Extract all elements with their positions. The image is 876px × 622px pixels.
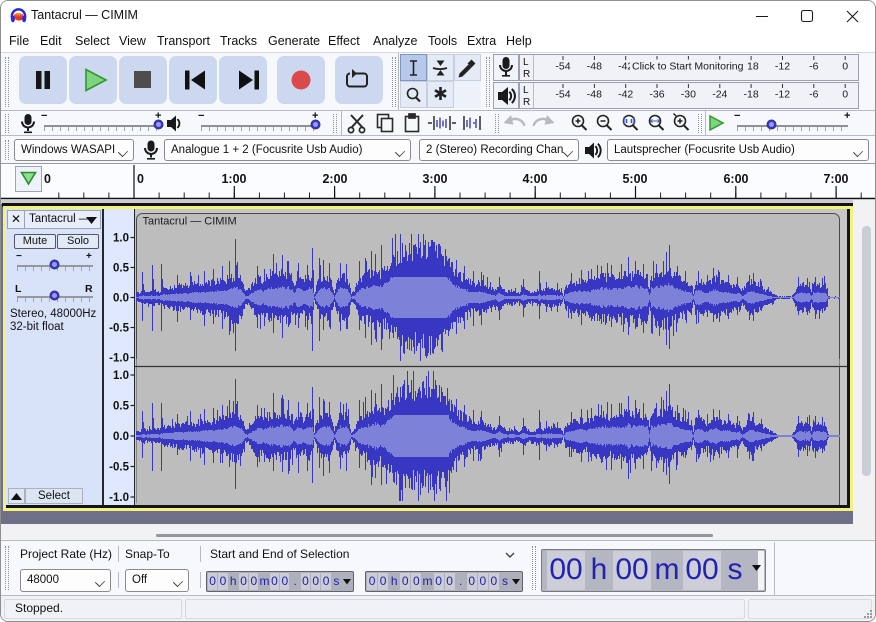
svg-text:-30: -30 (681, 89, 696, 101)
svg-text:-1.0: -1.0 (109, 492, 129, 504)
svg-text:1.0: 1.0 (113, 233, 129, 245)
svg-text:0: 0 (137, 172, 144, 186)
svg-text:0.0: 0.0 (113, 431, 129, 443)
svg-text:-1.0: -1.0 (109, 353, 129, 365)
svg-text:-36: -36 (649, 89, 664, 101)
svg-text:7:00: 7:00 (823, 172, 848, 186)
svg-text:-54: -54 (555, 89, 570, 101)
svg-text:1:00: 1:00 (221, 172, 246, 186)
svg-text:6:00: 6:00 (723, 172, 748, 186)
svg-text:1.0: 1.0 (113, 370, 129, 382)
svg-text:0: 0 (842, 89, 848, 101)
svg-text:-18: -18 (744, 89, 759, 101)
svg-text:-48: -48 (587, 61, 602, 73)
svg-text:0.0: 0.0 (113, 293, 129, 305)
svg-text:-6: -6 (809, 61, 818, 73)
svg-text:-6: -6 (809, 89, 818, 101)
svg-text:4:00: 4:00 (522, 172, 547, 186)
svg-text:-12: -12 (775, 89, 790, 101)
svg-text:-54: -54 (555, 61, 570, 73)
svg-text:0.5: 0.5 (113, 263, 130, 275)
svg-text:-42: -42 (618, 89, 633, 101)
svg-text:0: 0 (44, 172, 51, 186)
svg-text:2:00: 2:00 (322, 172, 347, 186)
svg-text:-24: -24 (712, 89, 727, 101)
svg-text:-0.5: -0.5 (109, 462, 129, 474)
svg-text:Click to Start Monitoring: Click to Start Monitoring (632, 61, 744, 73)
svg-text:Tantacrul — CIMIM: Tantacrul — CIMIM (143, 216, 237, 228)
svg-text:0.5: 0.5 (113, 401, 130, 413)
svg-text:-48: -48 (587, 89, 602, 101)
svg-text:-0.5: -0.5 (109, 323, 129, 335)
svg-text:-12: -12 (775, 61, 790, 73)
svg-text:3:00: 3:00 (422, 172, 447, 186)
svg-text:0: 0 (842, 61, 848, 73)
svg-text:5:00: 5:00 (622, 172, 647, 186)
